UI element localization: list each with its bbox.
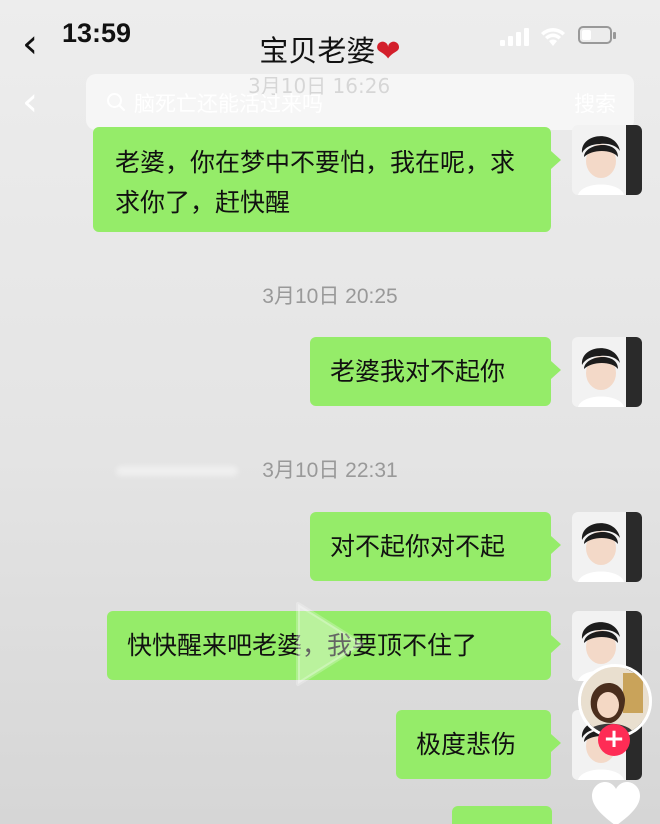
play-icon[interactable] — [292, 598, 368, 690]
signal-icon — [500, 28, 529, 46]
avatar[interactable] — [572, 337, 642, 407]
battery-icon — [578, 26, 616, 44]
chat-title-text: 宝贝老婆 — [259, 34, 376, 68]
search-icon — [107, 93, 125, 111]
avatar[interactable] — [572, 125, 642, 195]
status-bar: ‹ 13:59 宝贝老婆❤ — [0, 0, 660, 70]
heart-like-icon[interactable] — [590, 780, 642, 824]
wifi-icon — [541, 28, 565, 46]
avatar-image — [572, 337, 642, 407]
search-input[interactable]: 脑死亡还能活过来吗 — [134, 88, 323, 118]
follow-button[interactable]: + — [598, 724, 630, 756]
message-text: 老婆我对不起你 — [330, 357, 506, 386]
message-bubble[interactable]: 老婆我对不起你 — [310, 337, 561, 406]
message-bubble[interactable]: 极度悲伤 — [396, 710, 561, 779]
partial-message-bubble[interactable] — [452, 806, 552, 824]
search-bar[interactable]: 3月10日 16:26 脑死亡还能活过来吗 搜索 — [86, 74, 634, 130]
search-button[interactable]: 搜索 — [574, 88, 616, 118]
message-bubble[interactable]: 老婆，你在梦中不要怕，我在呢，求求你了，赶快醒 — [93, 127, 561, 232]
avatar-image — [572, 125, 642, 195]
avatar-image — [572, 512, 642, 582]
message-text: 极度悲伤 — [416, 730, 517, 759]
avatar[interactable] — [572, 512, 642, 582]
message-bubble[interactable]: 对不起你对不起 — [310, 512, 561, 581]
message-text: 对不起你对不起 — [330, 532, 506, 561]
timestamp: 3月10日 22:31 — [262, 459, 398, 482]
search-back-icon[interactable]: ‹ — [22, 82, 38, 122]
message-text: 老婆，你在梦中不要怕，我在呢，求求你了，赶快醒 — [115, 148, 516, 217]
timestamp: 3月10日 20:25 — [262, 285, 398, 308]
heart-emoji-icon: ❤ — [375, 34, 401, 69]
